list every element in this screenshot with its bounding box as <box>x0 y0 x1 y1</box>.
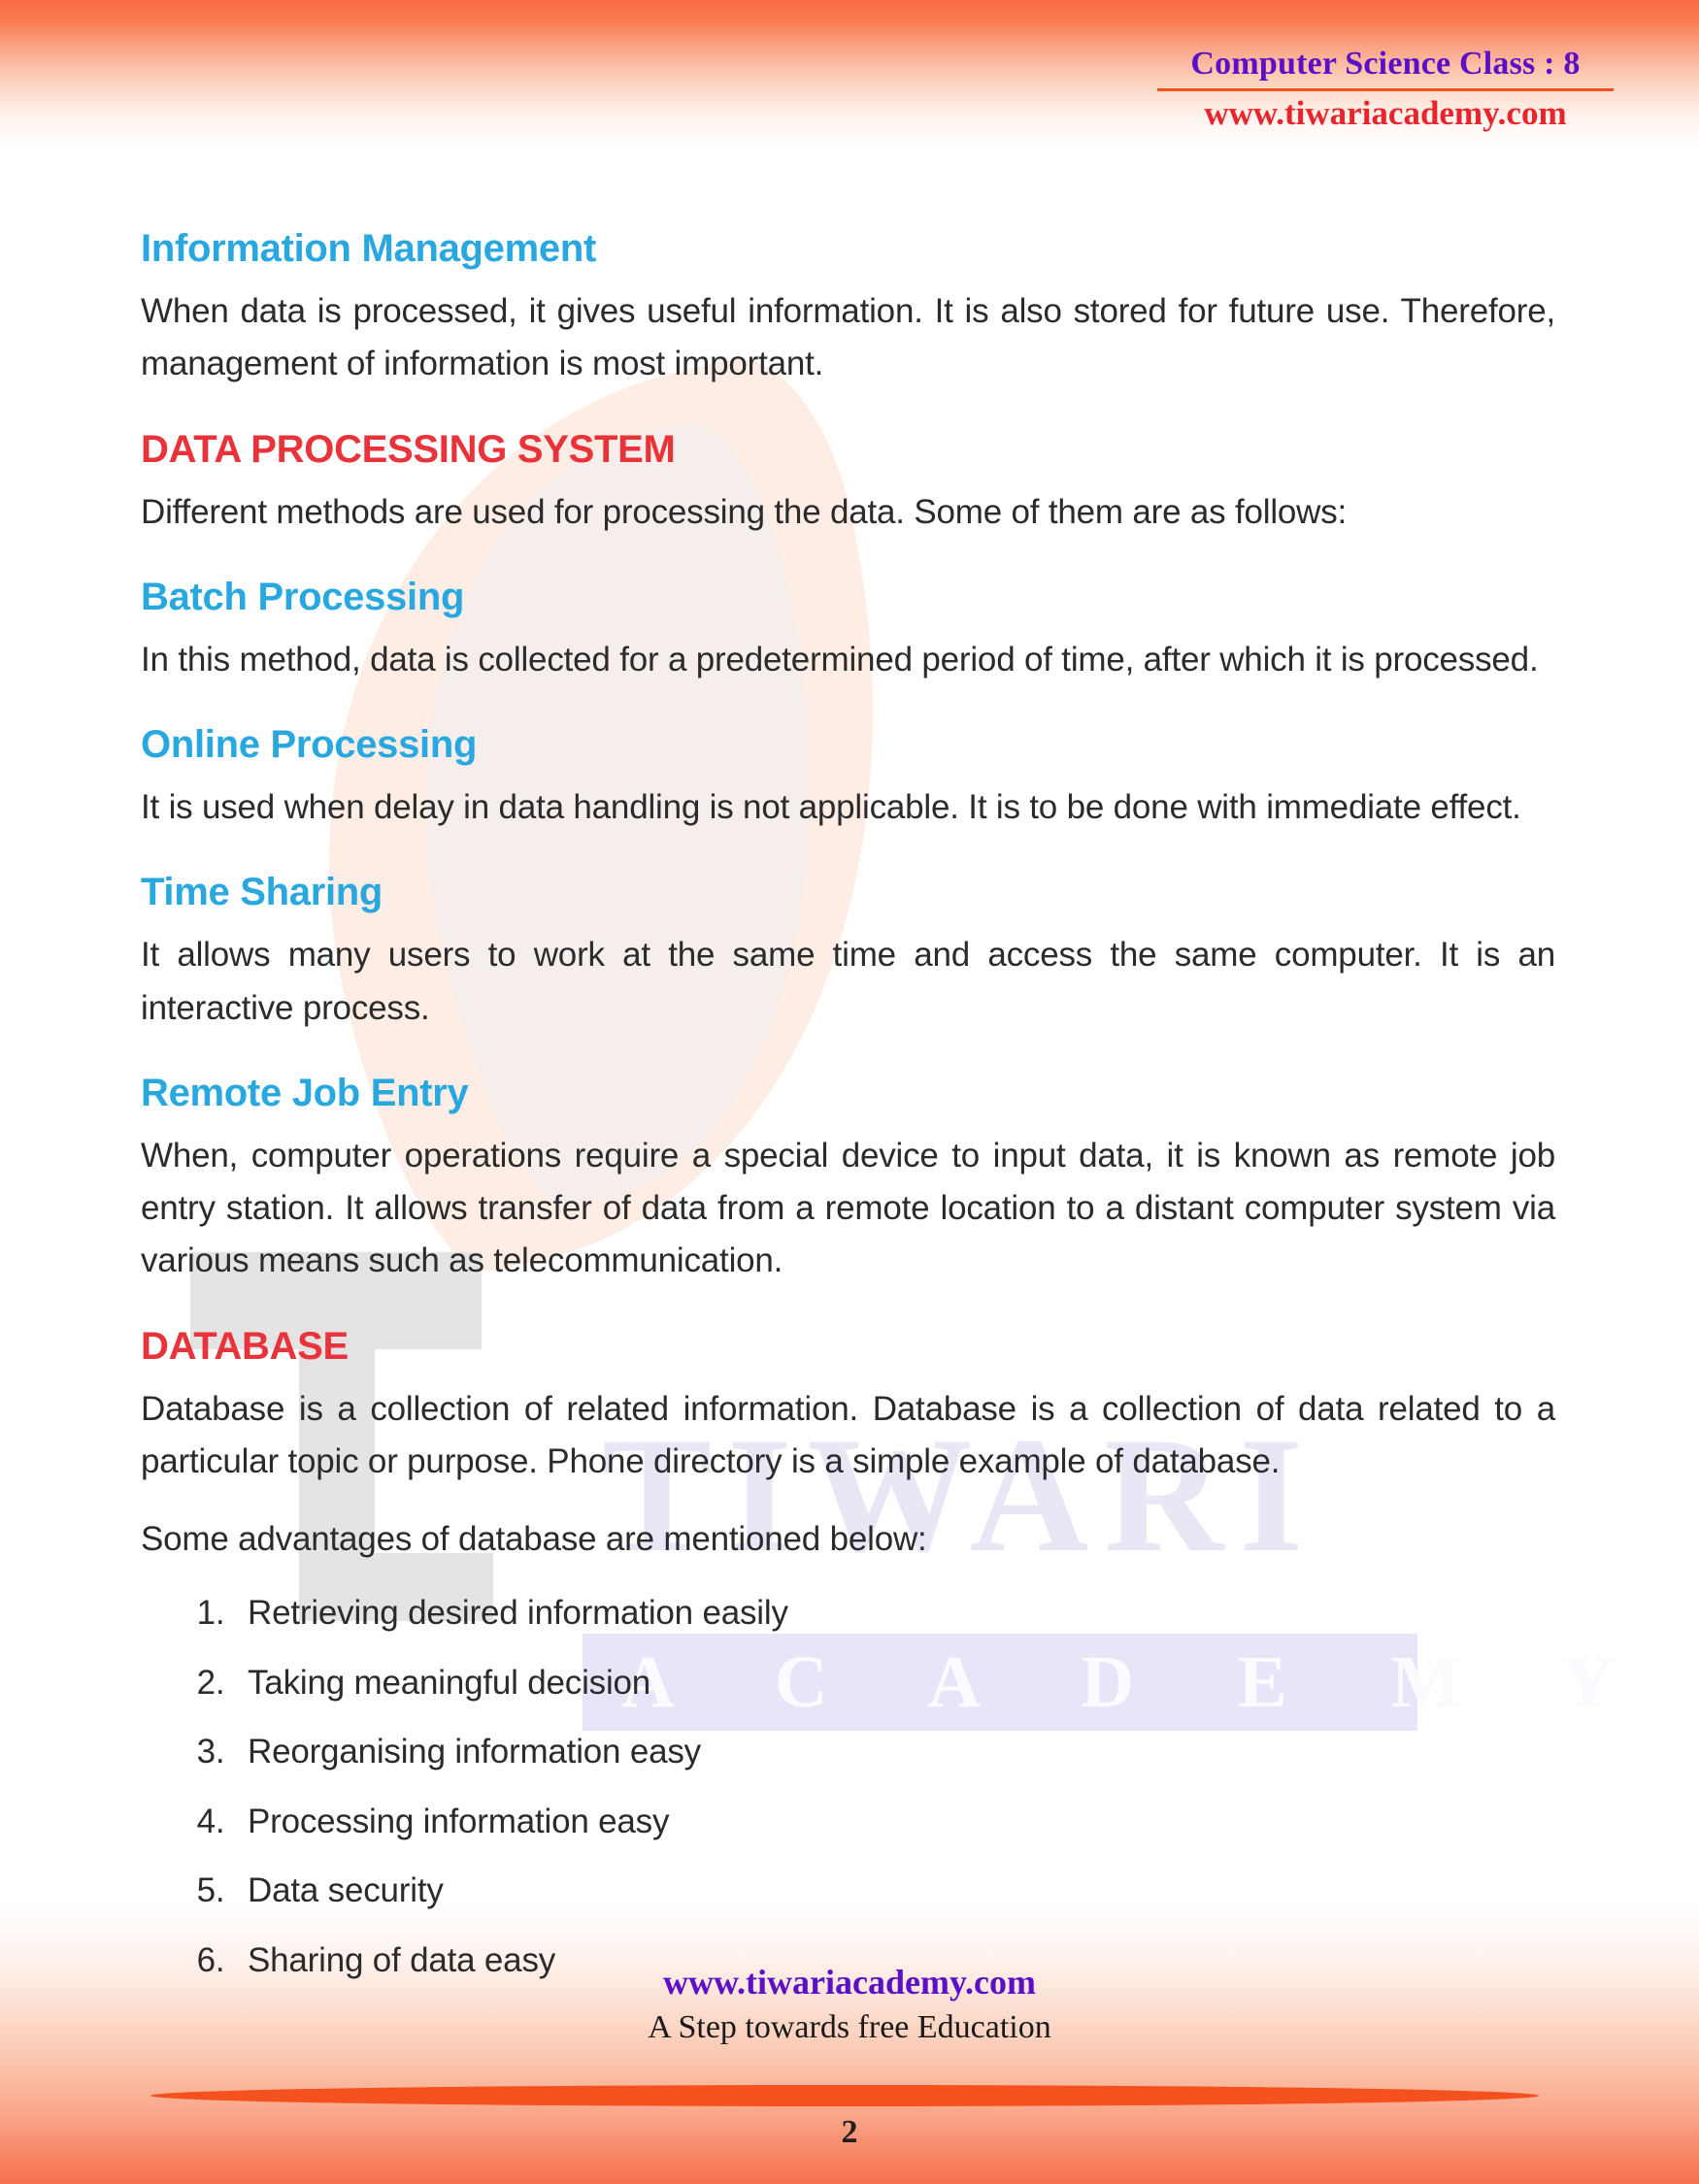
section-heading-data-processing-system: DATA PROCESSING SYSTEM <box>141 427 676 471</box>
list-item: Data security <box>234 1869 1555 1913</box>
section-body-batch-processing: In this method, data is collected for a … <box>141 640 1539 678</box>
section-body-information-management: When data is processed, it gives useful … <box>141 292 1555 383</box>
section-body-database: Database is a collection of related info… <box>141 1389 1555 1480</box>
document-page: TIWARI A C A D E M Y Computer Science Cl… <box>0 0 1699 2184</box>
section-heading-remote-job-entry: Remote Job Entry <box>141 1071 469 1114</box>
list-item: Processing information easy <box>234 1800 1555 1844</box>
database-advantages-list: Retrieving desired information easily Ta… <box>141 1591 1555 1982</box>
section-heading-batch-processing: Batch Processing <box>141 575 465 618</box>
section-body-remote-job-entry: When, computer operations require a spec… <box>141 1136 1555 1280</box>
footer-tagline: A Step towards free Education <box>648 2009 1051 2045</box>
list-item: Retrieving desired information easily <box>234 1591 1555 1636</box>
header-course-title: Computer Science Class : 8 <box>1190 46 1581 82</box>
section-heading-online-processing: Online Processing <box>141 723 478 766</box>
page-content: Information Management When data is proc… <box>141 225 1555 2007</box>
section-body-online-processing: It is used when delay in data handling i… <box>141 788 1521 826</box>
header-divider <box>1157 88 1614 92</box>
section-body-database-intro: Some advantages of database are mentione… <box>141 1520 927 1558</box>
footer-website-link[interactable]: www.tiwariacademy.com <box>0 1961 1699 2004</box>
section-heading-time-sharing: Time Sharing <box>141 871 383 914</box>
header-website-link[interactable]: www.tiwariacademy.com <box>1157 93 1614 134</box>
section-heading-database: DATABASE <box>141 1324 349 1368</box>
section-heading-information-management: Information Management <box>141 227 596 270</box>
section-body-time-sharing: It allows many users to work at the same… <box>141 936 1555 1027</box>
page-footer: www.tiwariacademy.com A Step towards fre… <box>0 1961 1699 2049</box>
page-header: Computer Science Class : 8 www.tiwariaca… <box>1157 45 1614 134</box>
list-item: Reorganising information easy <box>234 1730 1555 1774</box>
footer-divider <box>150 2085 1539 2106</box>
page-number: 2 <box>841 2114 858 2150</box>
section-body-data-processing-system: Different methods are used for processin… <box>141 492 1348 531</box>
list-item: Taking meaningful decision <box>234 1661 1555 1705</box>
